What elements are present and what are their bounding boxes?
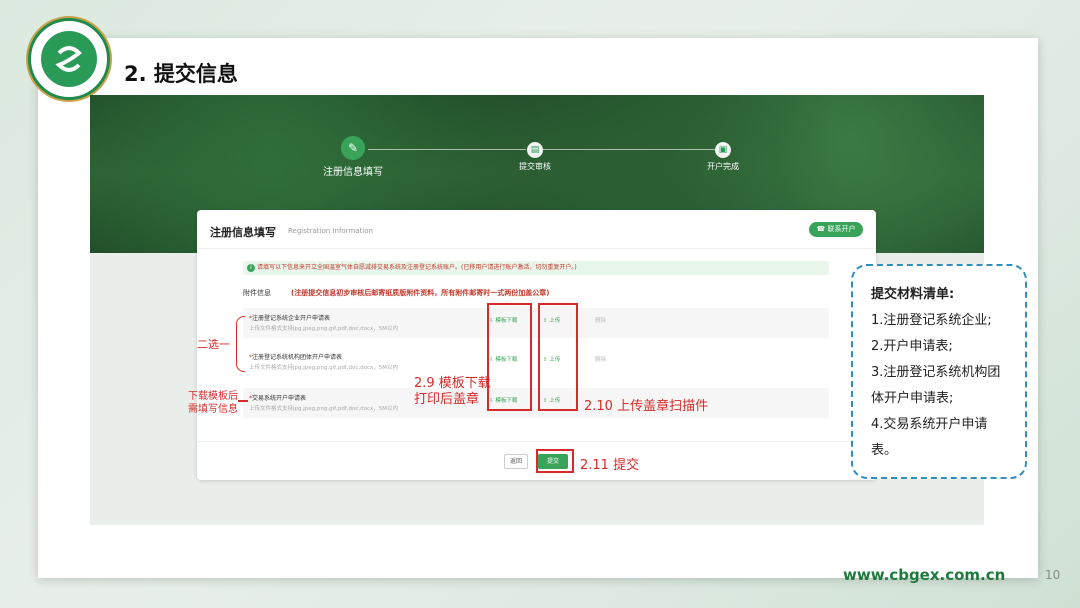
step-label: 注册信息填写 — [323, 167, 383, 178]
submit-highlight-box — [536, 449, 574, 473]
contact-icon: ☎ — [816, 225, 828, 233]
contact-button-label: 联系开户 — [827, 225, 856, 233]
file-hint: 上传文件格式支持jpg,jpeg,png,gif,pdf,doc,docx，5M… — [249, 326, 398, 332]
checklist-item: 3.注册登记系统机构团体开户申请表; — [871, 365, 1001, 406]
registration-form: 注册信息填写 Registration Information ☎ 联系开户 i… — [197, 210, 876, 480]
info-icon: i — [247, 264, 255, 272]
step-register: ✎ 注册信息填写 — [318, 136, 388, 178]
delete-button[interactable]: 删除 — [595, 316, 606, 324]
checklist-item: 1.注册登记系统企业; — [871, 313, 992, 328]
file-name: *注册登记系统机构团体开户申请表 — [249, 354, 343, 361]
download-highlight-box — [487, 303, 532, 411]
notice-text: 请填写以下信息来开立全国温室气体自愿减排交易系统及注册登记系统账户。(已移用户请… — [257, 264, 577, 271]
upload-scan-label: 2.10 上传盖章扫描件 — [584, 399, 709, 414]
template-download-label: 2.9 模板下载 打印后盖章 — [414, 376, 491, 407]
page-number: 10 — [1045, 568, 1061, 582]
file-row: *注册登记系统企业开户申请表 上传文件格式支持jpg,jpeg,png,gif,… — [243, 308, 829, 338]
step-complete: ▣ 开户完成 — [698, 142, 748, 172]
form-subtitle: Registration Information — [288, 227, 373, 235]
choose-one-label: 二选一 — [197, 338, 230, 351]
contact-button[interactable]: ☎ 联系开户 — [809, 222, 863, 237]
file-name: *注册登记系统企业开户申请表 — [249, 315, 331, 322]
file-hint: 上传文件格式支持jpg,jpeg,png,gif,pdf,doc,docx，5M… — [249, 365, 398, 371]
file-row: *交易系统开户申请表 上传文件格式支持jpg,jpeg,png,gif,pdf,… — [243, 388, 829, 418]
step-connector — [542, 149, 718, 150]
attachment-label: 附件信息 — [243, 289, 271, 297]
edit-icon: ✎ — [341, 136, 365, 160]
divider — [197, 441, 876, 442]
attachment-note: (注册提交信息初步审核后邮寄纸质版附件资料，所有附件邮寄时一式两份加盖公章) — [291, 289, 550, 297]
form-title: 注册信息填写 — [210, 226, 276, 239]
materials-checklist: 提交材料清单: 1.注册登记系统企业; 2.开户申请表; 3.注册登记系统机构团… — [851, 264, 1027, 479]
upload-highlight-box — [538, 303, 578, 411]
delete-button[interactable]: 删除 — [595, 355, 606, 363]
checklist-title: 提交材料清单: — [871, 287, 955, 302]
document-icon: ▤ — [527, 142, 543, 158]
checklist-item: 4.交易系统开户申请表。 — [871, 417, 988, 458]
checklist-item: 2.开户申请表; — [871, 339, 953, 354]
step-label: 开户完成 — [707, 162, 739, 171]
slide-title: 2. 提交信息 — [124, 62, 238, 86]
logo-emblem-icon — [41, 31, 97, 87]
divider — [197, 248, 876, 249]
annotation-arrow — [238, 400, 248, 402]
step-review: ▤ 提交审核 — [510, 142, 560, 172]
logo — [28, 18, 110, 100]
step-connector — [368, 149, 526, 150]
file-row: *注册登记系统机构团体开户申请表 上传文件格式支持jpg,jpeg,png,gi… — [243, 347, 829, 377]
submit-label: 2.11 提交 — [580, 458, 640, 473]
notice-banner: i 请填写以下信息来开立全国温室气体自愿减排交易系统及注册登记系统账户。(已移用… — [243, 261, 829, 275]
footer-url[interactable]: www.cbgex.com.cn — [843, 566, 1005, 584]
fill-after-download-label: 下载模板后 需填写信息 — [188, 391, 238, 415]
lock-icon: ▣ — [715, 142, 731, 158]
step-label: 提交审核 — [519, 162, 551, 171]
file-name: *交易系统开户申请表 — [249, 395, 307, 402]
file-hint: 上传文件格式支持jpg,jpeg,png,gif,pdf,doc,docx，5M… — [249, 406, 398, 412]
choose-one-bracket — [236, 316, 245, 372]
back-button[interactable]: 返回 — [504, 454, 528, 469]
